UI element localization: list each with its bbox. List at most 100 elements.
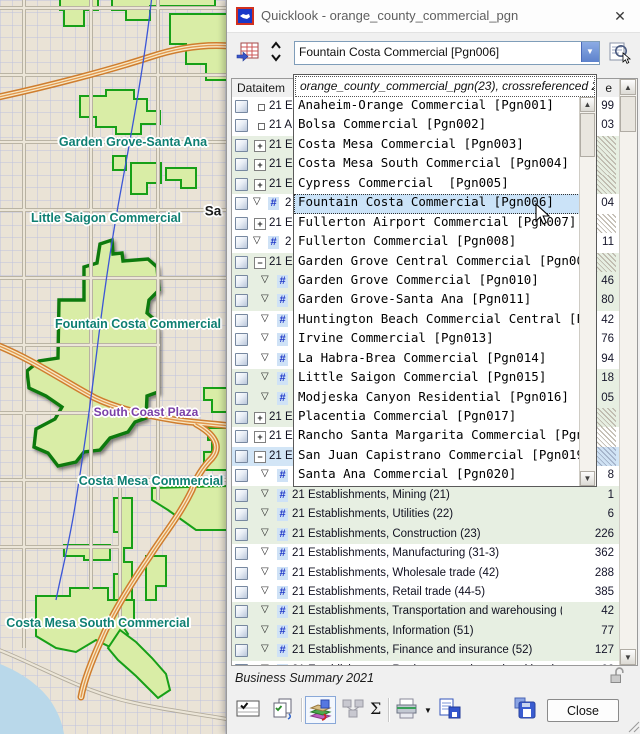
expand-icon[interactable] — [254, 412, 266, 424]
expand-icon[interactable] — [254, 159, 266, 171]
row-checkbox[interactable] — [235, 236, 248, 249]
scroll-up-icon[interactable] — [580, 97, 595, 112]
dropdown-item[interactable]: Modjeska Canyon Residential [Pgn016] — [294, 389, 580, 408]
summarize-button[interactable] — [339, 696, 369, 724]
row-checkbox[interactable] — [235, 567, 248, 580]
funnel-icon[interactable] — [261, 352, 269, 363]
funnel-icon[interactable] — [261, 507, 269, 518]
list-scrollbar[interactable] — [619, 79, 637, 665]
dropdown-item[interactable]: Huntington Beach Commercial Central [Pgn… — [294, 311, 580, 330]
row-checkbox[interactable] — [235, 294, 248, 307]
expand-icon[interactable] — [254, 140, 266, 152]
row-checkbox[interactable] — [235, 644, 248, 657]
row-checkbox[interactable] — [235, 489, 248, 502]
list-item[interactable]: 21 Establishments, Wholesale trade (42)2… — [232, 564, 620, 583]
dropdown-item[interactable]: Placentia Commercial [Pgn017] — [294, 408, 580, 427]
funnel-icon[interactable] — [261, 293, 269, 304]
funnel-icon[interactable] — [253, 235, 261, 246]
row-checkbox[interactable] — [235, 450, 248, 463]
dropdown-scrollbar[interactable] — [579, 97, 596, 486]
list-item[interactable]: 21 Establishments, Information (51)77 — [232, 622, 620, 641]
row-checkbox[interactable] — [235, 197, 248, 210]
close-button[interactable]: Close — [547, 699, 619, 722]
row-checkbox[interactable] — [235, 528, 248, 541]
funnel-icon[interactable] — [261, 663, 269, 665]
dropdown-item[interactable]: Garden Grove-Santa Ana [Pgn011] — [294, 291, 580, 310]
sigma-button[interactable]: Σ — [367, 696, 385, 724]
funnel-icon[interactable] — [261, 274, 269, 285]
list-item[interactable]: 21 Establishments, Utilities (22)6 — [232, 505, 620, 524]
print-dropdown-icon[interactable]: ▼ — [424, 706, 432, 715]
scroll-up-icon[interactable] — [620, 79, 636, 95]
row-checkbox[interactable] — [235, 586, 248, 599]
scroll-down-icon[interactable] — [620, 649, 636, 665]
row-checkbox[interactable] — [235, 256, 248, 269]
funnel-icon[interactable] — [261, 313, 269, 324]
dropdown-item[interactable]: Bolsa Commercial [Pgn002] — [294, 116, 580, 135]
identify-button[interactable] — [607, 39, 635, 67]
list-item[interactable]: 21 Establishments, Retail trade (44-5)38… — [232, 583, 620, 602]
dropdown-item[interactable]: Cypress Commercial [Pgn005] — [294, 175, 580, 194]
row-checkbox[interactable] — [235, 605, 248, 618]
resize-grip[interactable] — [627, 720, 640, 733]
list-item[interactable]: 21 Establishments, Transportation and wa… — [232, 602, 620, 621]
funnel-icon[interactable] — [261, 371, 269, 382]
list-item[interactable]: 21 Establishments, Manufacturing (31-3)3… — [232, 544, 620, 563]
row-checkbox[interactable] — [235, 275, 248, 288]
row-checkbox[interactable] — [235, 392, 248, 405]
funnel-icon[interactable] — [261, 391, 269, 402]
funnel-icon[interactable] — [261, 566, 269, 577]
list-item[interactable]: 21 Establishments, Finance and insurance… — [232, 641, 620, 660]
funnel-icon[interactable] — [261, 624, 269, 635]
dropdown-item[interactable]: Irvine Commercial [Pgn013] — [294, 330, 580, 349]
dropdown-item[interactable]: Garden Grove Commercial [Pgn010] — [294, 272, 580, 291]
row-checkbox[interactable] — [235, 119, 248, 132]
map-layers-button[interactable] — [305, 696, 336, 724]
dropdown-item[interactable]: San Juan Capistrano Commercial [Pgn019] — [294, 447, 580, 466]
row-checkbox[interactable] — [235, 178, 248, 191]
combobox-dropdown-button[interactable] — [581, 42, 599, 62]
dropdown-item[interactable]: Fullerton Commercial [Pgn008] — [294, 233, 580, 252]
scroll-down-icon[interactable] — [580, 471, 595, 486]
row-checkbox[interactable] — [235, 469, 248, 482]
select-fields-button[interactable] — [235, 696, 265, 724]
list-item[interactable]: 21 Establishments, Construction (23)226 — [232, 525, 620, 544]
funnel-icon[interactable] — [253, 196, 261, 207]
funnel-icon[interactable] — [261, 585, 269, 596]
record-spinner[interactable] — [269, 39, 283, 65]
row-checkbox[interactable] — [235, 100, 248, 113]
row-checkbox[interactable] — [235, 217, 248, 230]
feature-combobox[interactable]: Fountain Costa Commercial [Pgn006] — [294, 41, 600, 65]
apply-selection-button[interactable] — [269, 696, 299, 724]
dropdown-item[interactable]: La Habra-Brea Commercial [Pgn014] — [294, 350, 580, 369]
map-canvas[interactable]: Garden Grove-Santa Ana Little Saigon Com… — [0, 0, 228, 734]
collapse-icon[interactable] — [254, 257, 266, 269]
row-checkbox[interactable] — [235, 314, 248, 327]
titlebar[interactable]: Quicklook - orange_county_commercial_pgn — [227, 0, 640, 33]
dropdown-item[interactable]: Santa Ana Commercial [Pgn020] — [294, 466, 580, 485]
funnel-icon[interactable] — [261, 643, 269, 654]
row-checkbox[interactable] — [235, 333, 248, 346]
dropdown-header-item[interactable]: orange_county_commercial_pgn(23), crossr… — [295, 76, 595, 97]
expand-icon[interactable] — [254, 431, 266, 443]
row-checkbox[interactable] — [235, 547, 248, 560]
dropdown-item[interactable]: Rancho Santa Margarita Commercial [Pgn01… — [294, 427, 580, 446]
dropdown-item[interactable]: Garden Grove Central Commercial [Pgn009] — [294, 253, 580, 272]
dropdown-item[interactable]: Costa Mesa Commercial [Pgn003] — [294, 136, 580, 155]
row-checkbox[interactable] — [235, 430, 248, 443]
row-checkbox[interactable] — [235, 508, 248, 521]
dataview-button[interactable] — [235, 40, 263, 68]
scrollbar-thumb[interactable] — [620, 96, 636, 132]
funnel-icon[interactable] — [261, 488, 269, 499]
row-checkbox[interactable] — [235, 625, 248, 638]
expand-icon[interactable] — [254, 218, 266, 230]
print-button[interactable] — [393, 696, 423, 724]
scrollbar-thumb[interactable] — [580, 113, 595, 157]
dropdown-item[interactable]: Little Saigon Commercial [Pgn015] — [294, 369, 580, 388]
row-checkbox[interactable] — [235, 158, 248, 171]
funnel-icon[interactable] — [261, 527, 269, 538]
funnel-icon[interactable] — [261, 546, 269, 557]
list-item[interactable]: 21 Establishments, Real estate and renta… — [232, 661, 620, 665]
expand-icon[interactable] — [254, 179, 266, 191]
row-checkbox[interactable] — [235, 411, 248, 424]
